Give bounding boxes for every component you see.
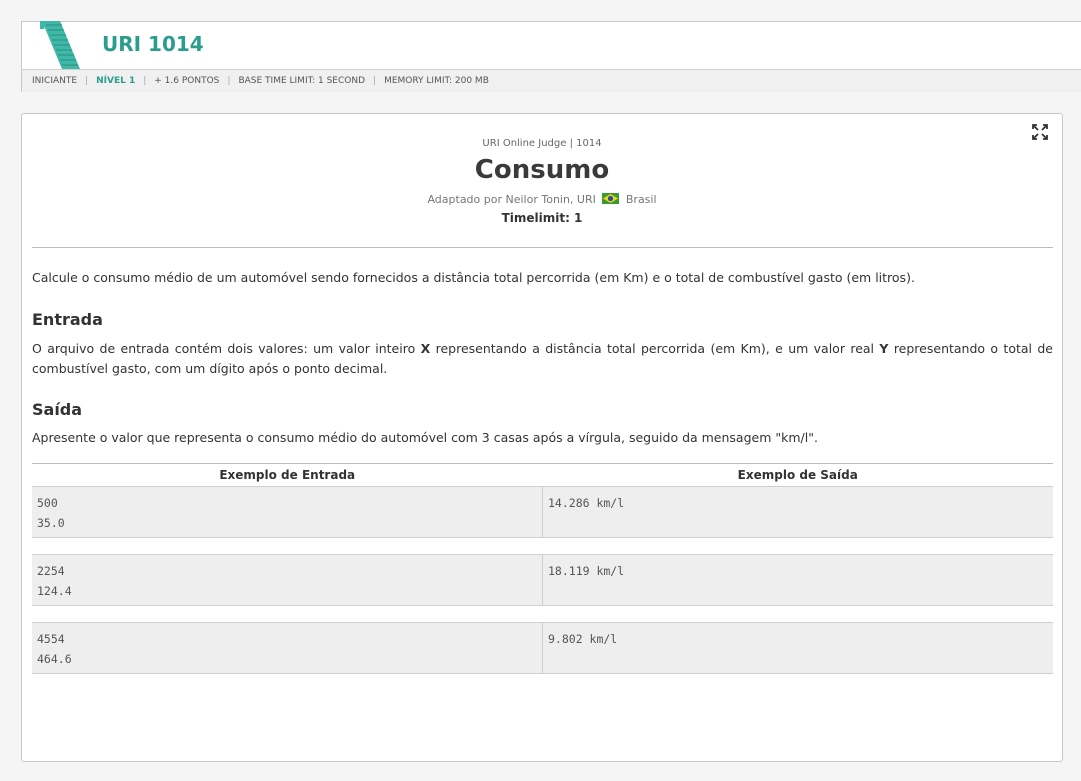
author-country: Brasil (625, 193, 657, 206)
separator: | (227, 76, 231, 86)
timelimit-label: Timelimit: 1 (501, 211, 583, 225)
samples-header: Exemplo de Entrada Exemplo de Saída (32, 464, 1053, 486)
memory-limit-label: MEMORY LIMIT: 200 MB (384, 76, 489, 86)
sample-input-header: Exemplo de Entrada (219, 468, 356, 482)
samples-table: Exemplo de Entrada Exemplo de Saída 500 … (32, 463, 1053, 690)
problem-title: Consumo (474, 155, 610, 185)
input-heading: Entrada (32, 310, 103, 329)
problem-description: Calcule o consumo médio de um automóvel … (32, 270, 915, 285)
input-description: O arquivo de entrada contém dois valores… (32, 339, 1053, 379)
variable-x: X (420, 341, 431, 356)
problem-code: URI 1014 (102, 32, 204, 56)
output-description: Apresente o valor que representa o consu… (32, 430, 818, 445)
points-label: + 1.6 PONTOS (154, 76, 220, 86)
sample-output: 14.286 km/l (548, 496, 625, 510)
sample-row: 500 35.0 14.286 km/l (32, 486, 1053, 538)
base-time-limit-label: BASE TIME LIMIT: 1 SECOND (238, 76, 366, 86)
output-heading: Saída (32, 400, 83, 419)
author-text: Adaptado por Neilor Tonin, URI (427, 193, 596, 206)
separator: | (143, 76, 147, 86)
problem-header: URI 1014 INICIANTE | NÍVEL 1 | + 1.6 PON… (21, 21, 1081, 92)
sample-row: 2254 124.4 18.119 km/l (32, 554, 1053, 606)
sample-input: 4554 464.6 (32, 623, 543, 673)
problem-meta-bar: INICIANTE | NÍVEL 1 | + 1.6 PONTOS | BAS… (22, 69, 1081, 92)
separator: | (85, 76, 89, 86)
category-label: INICIANTE (32, 76, 78, 86)
judge-line: URI Online Judge | 1014 (482, 138, 602, 149)
input-text-part: representando a distância total percorri… (430, 341, 880, 356)
sample-input: 2254 124.4 (32, 555, 543, 605)
sample-input: 500 35.0 (32, 487, 543, 537)
separator: | (373, 76, 377, 86)
sample-row: 4554 464.6 9.802 km/l (32, 622, 1053, 674)
brazil-flag-icon (602, 193, 620, 204)
level-label: NÍVEL 1 (96, 76, 136, 86)
sample-output-header: Exemplo de Saída (737, 468, 858, 482)
input-text-part: O arquivo de entrada contém dois valores… (32, 341, 421, 356)
uri-logo-icon (40, 21, 88, 69)
problem-statement-card: URI Online Judge | 1014 Consumo Adaptado… (21, 113, 1063, 762)
divider (32, 247, 1053, 248)
sample-output: 9.802 km/l (548, 632, 618, 646)
sample-output: 18.119 km/l (548, 564, 625, 578)
author-line: Adaptado por Neilor Tonin, URI Brasil (22, 193, 1062, 206)
